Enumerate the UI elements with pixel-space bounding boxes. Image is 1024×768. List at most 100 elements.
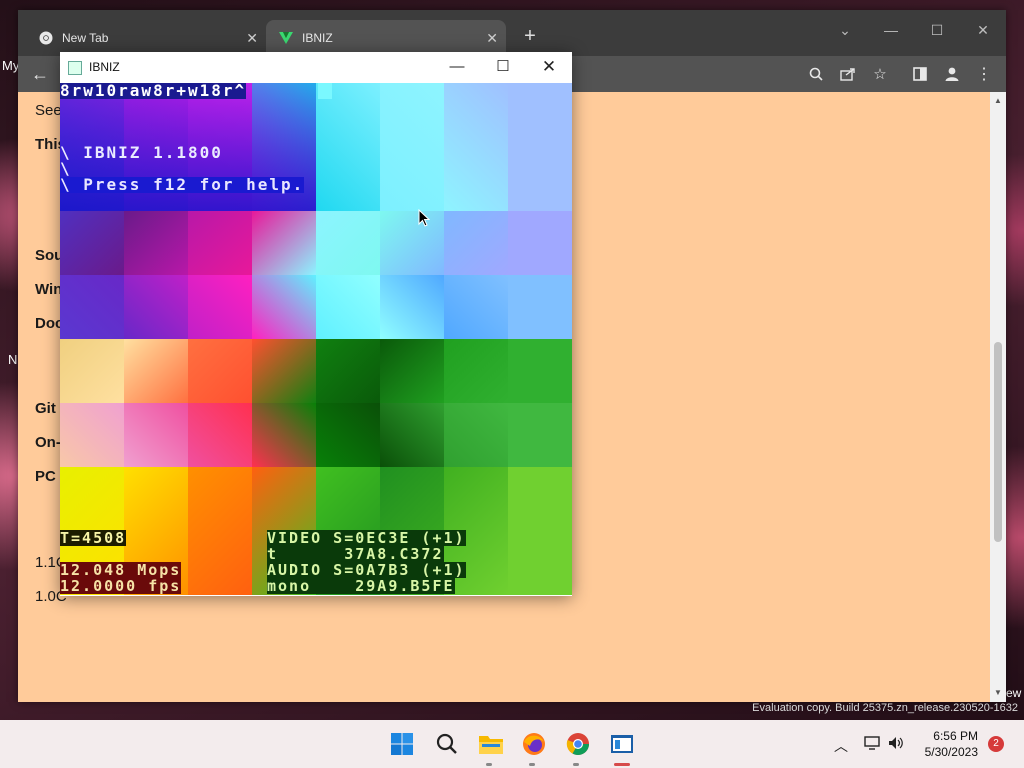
ibniz-pixel-block (508, 467, 572, 595)
text-cursor (318, 83, 332, 99)
desktop-icon-label[interactable]: ew (1006, 686, 1021, 700)
start-icon[interactable] (386, 728, 418, 760)
ibniz-v-icon (278, 30, 294, 46)
file-explorer-icon[interactable] (475, 728, 507, 760)
ibniz-pixel-block (316, 403, 380, 467)
ibniz-pixel-block (188, 275, 252, 339)
evaluation-watermark: Evaluation copy. Build 25375.zn_release.… (752, 702, 1018, 714)
ibniz-pixel-block (380, 275, 444, 339)
desktop-icon-label[interactable]: N (8, 352, 17, 367)
stat-audio-mono: mono 29A9.B5FE (267, 577, 455, 595)
stat-fps: 12.0000 fps (60, 577, 182, 595)
page-text-line: On- (35, 434, 61, 451)
maximize-button[interactable]: ☐ (914, 16, 960, 44)
ibniz-pixel-block (444, 403, 508, 467)
code-editor-line[interactable]: 8rw10raw8r+w18r^ (60, 83, 247, 99)
chrome-icon[interactable] (562, 728, 594, 760)
ibniz-pixel-block (316, 275, 380, 339)
notification-badge[interactable]: 2 (988, 736, 1004, 752)
banner-line: \ IBNIZ 1.1800 (60, 143, 235, 162)
ibniz-pixel-block (60, 211, 124, 275)
new-tab-button[interactable]: + (518, 24, 542, 48)
ibniz-title-bar[interactable]: IBNIZ — ☐ ✕ (60, 52, 572, 83)
scroll-down-arrow-icon[interactable]: ▼ (990, 686, 1006, 700)
ibniz-pixel-block (124, 211, 188, 275)
volume-icon[interactable] (888, 736, 904, 753)
ibniz-pixel-block (188, 339, 252, 403)
ibniz-window: IBNIZ — ☐ ✕ 8rw10raw8r+w18r^ \ IBNIZ 1.1… (60, 52, 572, 596)
ibniz-pixel-block (508, 339, 572, 403)
firefox-icon[interactable] (518, 728, 550, 760)
ibniz-pixel-block (124, 403, 188, 467)
maximize-button[interactable]: ☐ (480, 52, 526, 83)
side-panel-icon[interactable] (908, 62, 932, 86)
ibniz-pixel-block (444, 83, 508, 211)
window-title: IBNIZ (89, 60, 120, 74)
ibniz-app-icon (68, 61, 82, 75)
ibniz-pixel-block (60, 403, 124, 467)
tab-title: IBNIZ (302, 31, 333, 45)
stat-video: VIDEO S=0EC3E (+1) (267, 529, 466, 547)
ibniz-pixel-block (60, 339, 124, 403)
scroll-thumb[interactable] (994, 342, 1002, 542)
ibniz-pixel-block (380, 339, 444, 403)
clock-time: 6:56 PM (933, 729, 978, 743)
tab-bar: New Tab ✕ IBNIZ ✕ + ⌄ — ☐ ✕ (18, 10, 1006, 56)
ibniz-pixel-block (508, 211, 572, 275)
close-button[interactable]: ✕ (526, 52, 572, 83)
page-scrollbar[interactable]: ▲ ▼ (990, 92, 1006, 702)
page-text-line: Win (35, 281, 63, 298)
minimize-button[interactable]: — (868, 16, 914, 44)
ibniz-pixel-block (252, 403, 316, 467)
search-icon[interactable] (804, 62, 828, 86)
desktop-icon-label[interactable]: My (2, 58, 19, 73)
chevron-up-icon[interactable]: ︿ (834, 736, 848, 756)
stat-time: T=4508 (60, 529, 127, 547)
page-text-line: PC (35, 468, 56, 485)
close-window-button[interactable]: ✕ (960, 16, 1006, 44)
ibniz-pixel-block (252, 339, 316, 403)
ibniz-pixel-block (252, 211, 316, 275)
bookmark-star-icon[interactable]: ☆ (868, 62, 892, 86)
ibniz-pixel-block (188, 403, 252, 467)
chrome-icon (38, 30, 54, 46)
tab-title: New Tab (62, 31, 109, 45)
stat-video-t: t 37A8.C372 (267, 545, 444, 563)
ibniz-pixel-block (380, 403, 444, 467)
ibniz-pixel-block (508, 275, 572, 339)
banner-help-line: \ Press f12 for help. (60, 175, 305, 194)
tab-ibniz[interactable]: IBNIZ ✕ (266, 20, 506, 56)
ibniz-canvas[interactable]: 8rw10raw8r+w18r^ \ IBNIZ 1.1800 \ \ Pres… (60, 83, 572, 595)
page-text-line: See (35, 102, 62, 119)
ibniz-pixel-block (380, 211, 444, 275)
ibniz-pixel-block (316, 211, 380, 275)
ibniz-pixel-block (444, 211, 508, 275)
stat-mops: 12.048 Mops (60, 561, 182, 579)
running-app-indicator (486, 763, 492, 766)
share-icon[interactable] (836, 62, 860, 86)
ibniz-pixel-block (60, 275, 124, 339)
close-tab-icon[interactable]: ✕ (246, 30, 258, 47)
ibniz-pixel-block (316, 339, 380, 403)
kebab-menu-icon[interactable]: ⋮ (972, 62, 996, 86)
ibniz-app-icon[interactable] (606, 728, 638, 760)
ibniz-pixel-block (124, 339, 188, 403)
back-arrow-icon[interactable]: ← (28, 62, 52, 86)
ibniz-pixel-block (444, 275, 508, 339)
running-app-indicator (529, 763, 535, 766)
ibniz-pixel-block (188, 211, 252, 275)
search-icon[interactable] (431, 728, 463, 760)
minimize-button[interactable]: — (434, 52, 480, 83)
network-icon[interactable] (864, 736, 880, 753)
profile-icon[interactable] (940, 62, 964, 86)
ibniz-pixel-block (508, 83, 572, 211)
ibniz-pixel-block (252, 275, 316, 339)
ibniz-pixel-block (188, 467, 252, 595)
ibniz-pixel-block (316, 83, 380, 211)
taskbar-clock[interactable]: 6:56 PM 5/30/2023 (914, 728, 978, 760)
page-text-line: Git (35, 400, 56, 417)
tab-search-icon[interactable]: ⌄ (822, 16, 868, 44)
tab-new-tab[interactable]: New Tab ✕ (26, 20, 266, 56)
scroll-up-arrow-icon[interactable]: ▲ (990, 94, 1006, 108)
close-tab-icon[interactable]: ✕ (486, 30, 498, 47)
